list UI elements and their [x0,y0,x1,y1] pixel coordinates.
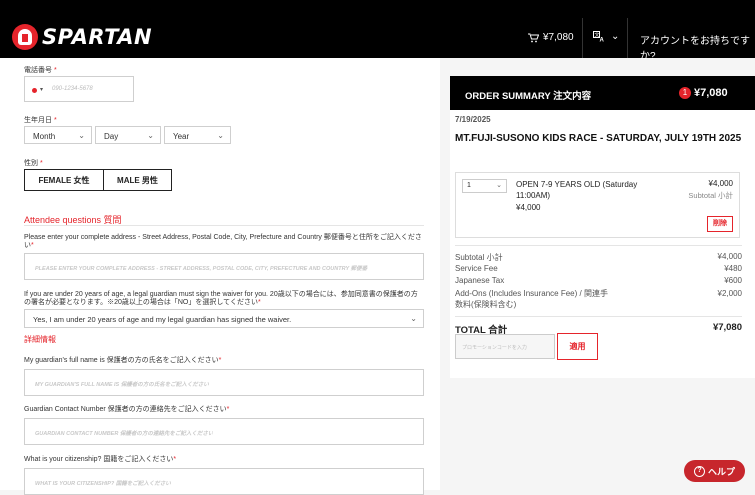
promo-placeholder: プロモーションコードを入力 [462,345,527,351]
select-value: Month [33,132,56,141]
spartan-helmet-icon [12,24,38,50]
chevron-down-icon: ⌄ [78,131,85,140]
waiver-select[interactable]: Yes, I am under 20 years of age and my l… [24,309,424,328]
phone-placeholder: 090-1234-5678 [52,86,93,92]
address-question: Please enter your complete address - Str… [24,234,422,249]
dob-day-select[interactable]: Day ⌄ [95,126,161,144]
guardian-name-input[interactable]: MY GUARDIAN'S FULL NAME IS 保護者の方の氏名をご記入く… [24,369,424,396]
waiver-value: Yes, I am under 20 years of age and my l… [33,315,292,324]
dob-label: 生年月日 * [24,117,57,124]
dob-month-select[interactable]: Month ⌄ [24,126,92,144]
guardian-contact-question: Guardian Contact Number 保護者の方の連絡先をご記入くださ… [24,406,230,413]
details-heading: 詳細情報 [24,335,56,344]
chevron-down-icon: ⌄ [410,314,417,323]
item-name: OPEN 7-9 YEARS OLD (Saturday 11:00AM) [516,180,638,200]
item-line-price: ¥4,000 [708,179,733,188]
divider [24,225,424,226]
summary-row-addons: Add-Ons (Includes Insurance Fee) / 関連手数料… [455,289,742,309]
item-price: ¥4,000 [516,203,541,212]
select-value: Year [173,132,190,141]
chevron-down-icon[interactable]: ▾ [40,86,43,93]
gender-female-button[interactable]: FEMALE 女性 [24,169,104,191]
nav-divider [582,18,583,58]
summary-row-subtotal: Subtotal 小計 ¥4,000 [455,252,742,262]
phone-input[interactable]: ▾ 090-1234-5678 [24,76,134,102]
event-name: MT.FUJI-SUSONO KIDS RACE - SATURDAY, JUL… [455,133,742,144]
guardian-contact-placeholder: GUARDIAN CONTACT NUMBER 保護者の方の連絡先をご記入くださ… [35,431,214,437]
top-strip [0,0,755,18]
citizenship-placeholder: WHAT IS YOUR CITIZENSHIP? 国籍をご記入ください [35,481,171,487]
citizenship-question: What is your citizenship? 国籍をご記入ください* [24,456,177,463]
waiver-question: If you are under 20 years of age, a lega… [24,291,418,306]
event-date: 7/19/2025 [455,115,491,124]
cart-total: ¥7,080 [543,32,574,43]
svg-text:A: A [600,38,605,43]
quantity-value: 1 [467,182,471,189]
guardian-name-question: My guardian's full name is 保護者の方の氏名をご記入く… [24,357,222,364]
item-count-badge: 1 [679,87,691,99]
logo-text: SPARTAN [42,25,153,49]
address-placeholder: PLEASE ENTER YOUR COMPLETE ADDRESS - STR… [35,266,368,272]
navbar: SPARTAN ¥7,080 文A ⌄ アカウントをお持ちですか? [0,18,755,62]
order-summary-title: ORDER SUMMARY 注文内容 [465,91,592,102]
divider [455,316,742,317]
summary-row-tax: Japanese Tax ¥600 [455,276,742,285]
citizenship-input[interactable]: WHAT IS YOUR CITIZENSHIP? 国籍をご記入ください [24,468,424,495]
japan-flag-icon[interactable] [32,88,37,93]
divider [455,245,742,246]
address-input[interactable]: PLEASE ENTER YOUR COMPLETE ADDRESS - STR… [24,253,424,280]
select-value: Day [104,132,119,141]
order-summary-header: ORDER SUMMARY 注文内容 1 ¥7,080 [450,76,755,110]
chevron-down-icon: ⌄ [611,31,620,42]
checkout-form: 電話番号 * ▾ 090-1234-5678 生年月日 * Month ⌄ Da… [0,58,440,495]
apply-promo-button[interactable]: 適用 [557,333,598,360]
phone-label: 電話番号 * [24,67,57,74]
gender-male-button[interactable]: MALE 男性 [103,169,172,191]
summary-row-service-fee: Service Fee ¥480 [455,264,742,273]
promo-code-input[interactable]: プロモーションコードを入力 [455,334,555,359]
question-icon: ? [693,465,705,477]
spartan-logo[interactable]: SPARTAN [12,24,152,50]
gender-label: 性別 * [24,160,43,167]
language-selector[interactable]: 文A ⌄ [593,31,619,42]
chevron-down-icon: ⌄ [496,182,502,189]
cart-icon [528,33,539,42]
summary-header-total: ¥7,080 [694,87,728,99]
help-label: ヘルプ [707,466,735,477]
chevron-down-icon: ⌄ [217,131,224,140]
delete-item-button[interactable]: 削除 [707,216,733,232]
guardian-name-placeholder: MY GUARDIAN'S FULL NAME IS 保護者の方の氏名をご記入く… [35,382,209,388]
guardian-contact-input[interactable]: GUARDIAN CONTACT NUMBER 保護者の方の連絡先をご記入くださ… [24,418,424,445]
dob-year-select[interactable]: Year ⌄ [164,126,231,144]
quantity-select[interactable]: 1 ⌄ [462,179,507,193]
cart-button[interactable]: ¥7,080 [528,32,574,43]
help-button[interactable]: ? ヘルプ [684,460,745,482]
order-summary: ORDER SUMMARY 注文内容 1 ¥7,080 7/19/2025 MT… [450,76,755,378]
account-link[interactable]: アカウントをお持ちですか? [640,32,755,62]
chevron-down-icon: ⌄ [147,131,154,140]
nav-divider [627,18,628,58]
item-subtotal-label: Subtotal 小計 [688,191,733,200]
cart-item: 1 ⌄ OPEN 7-9 YEARS OLD (Saturday 11:00AM… [455,172,740,238]
translate-icon: 文A [593,31,605,42]
